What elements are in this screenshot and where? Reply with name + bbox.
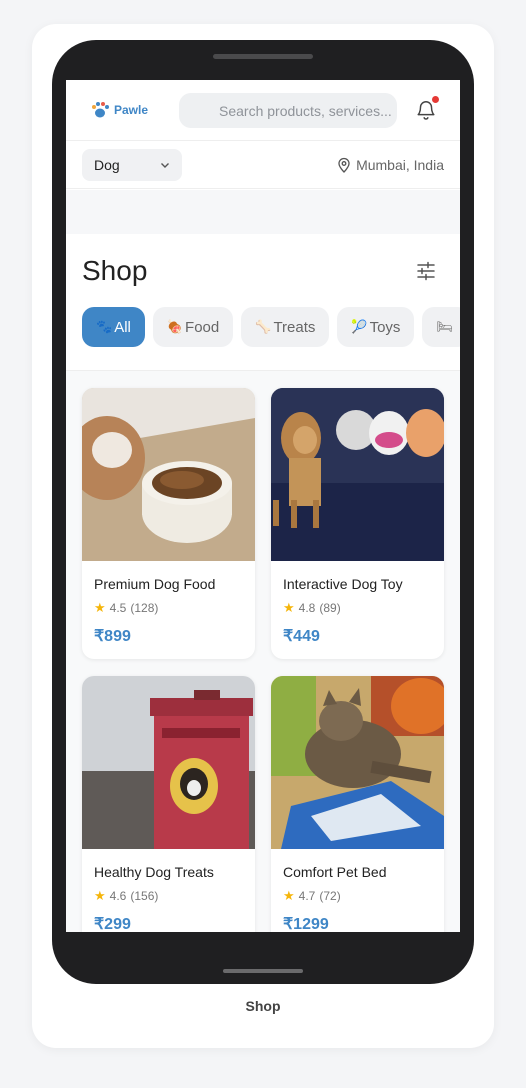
notification-badge [432,96,439,103]
product-image-treat-tin [82,676,255,849]
bed-icon: 🛏 [436,319,453,334]
product-price: ₹1299 [283,916,329,932]
review-count: (156) [130,889,159,903]
rating-value: 4.5 [109,601,127,615]
product-image-toy-figures [271,388,444,561]
rating-value: 4.7 [298,889,316,903]
review-count: (128) [130,601,159,615]
app-header: Pawle Search products, services... [66,80,460,141]
product-card[interactable]: Interactive Dog Toy ★ 4.8 (89) ₹449 [271,388,444,659]
product-image-cat-on-bed [271,676,444,849]
review-count: (89) [319,601,341,615]
bone-icon: 🦴 [255,319,272,334]
product-card[interactable]: Comfort Pet Bed ★ 4.7 (72) ₹1299 [271,676,444,932]
product-price: ₹449 [283,628,320,645]
ball-icon: 🎾 [351,319,368,334]
tab-label: Toys [369,318,401,336]
star-icon: ★ [94,888,106,903]
sub-header: Dog Mumbai, India [66,141,460,189]
product-name: Premium Dog Food [94,576,216,592]
home-indicator[interactable] [223,969,303,973]
product-price: ₹299 [94,916,131,932]
location-selector[interactable]: Mumbai, India [337,157,444,173]
category-tabs: 🐾 All 🍖 Food 🦴 Treats 🎾 Toys 🛏 [82,307,460,347]
page-title: Shop [82,255,148,286]
product-image-dog-food-bowl [82,388,255,561]
product-name: Healthy Dog Treats [94,864,214,880]
pet-type-value: Dog [94,157,120,173]
app-name: Pawle [114,103,149,117]
app-logo[interactable]: Pawle [90,100,148,120]
paw-logo-icon [92,102,109,118]
meat-icon: 🍖 [166,319,184,334]
phone-speaker [213,54,313,59]
product-rating: ★ 4.5 (128) [94,600,158,616]
banner-area [66,190,460,234]
pet-type-dropdown[interactable]: Dog [82,149,182,181]
tab-treats[interactable]: 🦴 Treats [241,307,330,347]
rating-value: 4.6 [109,889,127,903]
tab-label: Food [185,318,220,336]
filter-icon[interactable] [415,260,437,282]
search-placeholder: Search products, services... [219,102,392,119]
chevron-down-icon [161,163,169,168]
location-text: Mumbai, India [356,157,444,173]
star-icon: ★ [94,600,106,615]
paw-icon: 🐾 [96,319,113,334]
tab-label: Treats [273,318,316,336]
product-name: Comfort Pet Bed [283,864,387,880]
tab-all[interactable]: 🐾 All [82,307,145,347]
tab-toys[interactable]: 🎾 Toys [337,307,415,347]
star-icon: ★ [283,600,295,615]
star-icon: ★ [283,888,295,903]
review-count: (72) [319,889,341,903]
product-rating: ★ 4.7 (72) [283,888,341,904]
rating-value: 4.8 [298,601,316,615]
tab-beds[interactable]: 🛏 [422,307,460,347]
product-card[interactable]: Healthy Dog Treats ★ 4.6 (156) ₹299 [82,676,255,932]
product-name: Interactive Dog Toy [283,576,403,592]
product-rating: ★ 4.6 (156) [94,888,158,904]
product-price: ₹899 [94,628,131,645]
search-input[interactable]: Search products, services... [179,93,397,128]
product-rating: ★ 4.8 (89) [283,600,341,616]
location-pin-icon [338,157,350,173]
product-card[interactable]: Premium Dog Food ★ 4.5 (128) ₹899 [82,388,255,659]
app-screen: Pawle Search products, services... Dog M… [66,80,460,932]
tab-food[interactable]: 🍖 Food [152,307,234,347]
tab-label: All [114,318,131,336]
screen-caption: Shop [245,998,281,1014]
